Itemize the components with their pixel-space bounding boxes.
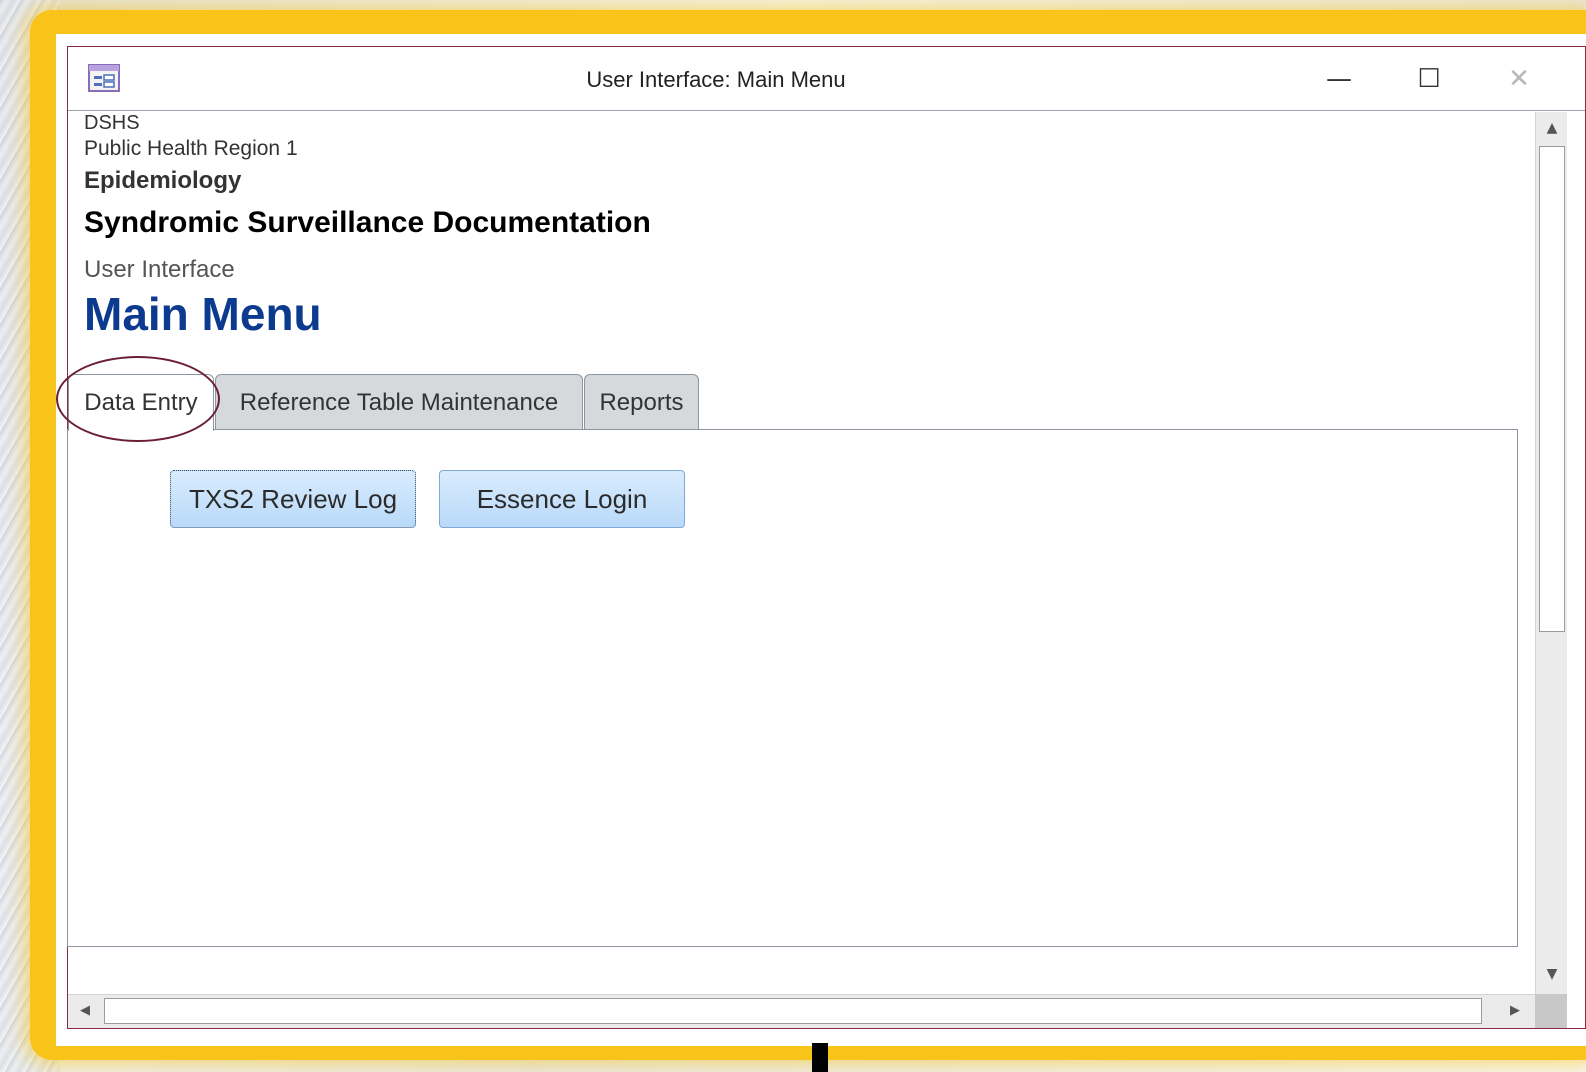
scroll-right-icon[interactable]: ▶ — [1498, 995, 1532, 1027]
tab-reference-table-maintenance[interactable]: Reference Table Maintenance — [215, 374, 583, 430]
close-icon[interactable]: ✕ — [1497, 61, 1541, 97]
vertical-scrollbar[interactable]: ▲ ▼ — [1535, 112, 1567, 994]
tab-data-entry[interactable]: Data Entry — [68, 374, 214, 431]
window-title: User Interface: Main Menu — [586, 67, 846, 92]
scroll-down-icon[interactable]: ▼ — [1536, 958, 1568, 990]
tab-panel-data-entry: TXS2 Review Log Essence Login — [67, 429, 1518, 947]
txs2-review-log-button[interactable]: TXS2 Review Log — [170, 470, 416, 528]
subtitle-label: User Interface — [84, 256, 235, 283]
main-menu-window: User Interface: Main Menu — ☐ ✕ DSHS Pub… — [56, 46, 1586, 1029]
text-cursor — [812, 1043, 828, 1072]
essence-login-button[interactable]: Essence Login — [439, 470, 685, 528]
department-label: Epidemiology — [84, 167, 242, 194]
title-bar: User Interface: Main Menu — ☐ ✕ — [68, 47, 1585, 111]
region-label: Public Health Region 1 — [84, 137, 298, 160]
vertical-scroll-thumb[interactable] — [1539, 146, 1565, 632]
scrollbar-corner — [1535, 994, 1567, 1028]
page-title: Main Menu — [84, 288, 322, 340]
form-content: DSHS Public Health Region 1 Epidemiology… — [56, 112, 1535, 994]
scroll-up-icon[interactable]: ▲ — [1536, 112, 1568, 144]
tab-reports[interactable]: Reports — [584, 374, 699, 430]
minimize-icon[interactable]: — — [1317, 61, 1361, 97]
horizontal-scrollbar[interactable]: ◀ ▶ — [68, 994, 1535, 1028]
maximize-icon[interactable]: ☐ — [1407, 61, 1451, 97]
scroll-left-icon[interactable]: ◀ — [68, 995, 102, 1027]
document-title: Syndromic Surveillance Documentation — [84, 206, 651, 239]
org-label: DSHS — [84, 112, 140, 134]
horizontal-scroll-thumb[interactable] — [104, 998, 1482, 1024]
